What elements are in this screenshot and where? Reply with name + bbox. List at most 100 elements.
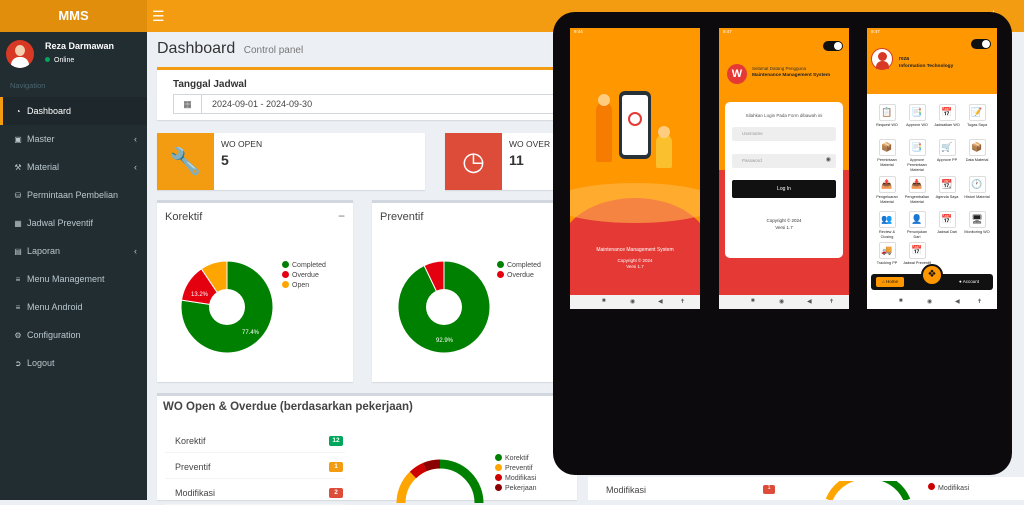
info-box-value: 5 (221, 152, 229, 168)
android-navbar: ■ ◉ ◀ ✝ (719, 295, 849, 309)
menu-histori-material[interactable]: 🕐 Histori Material (963, 176, 991, 200)
korektif-donut-chart: 77.4% 13.2% (180, 260, 274, 354)
phone-login-screen: 9:47 W Selamat Datang Pengguna Maintenan… (719, 28, 849, 309)
wo-row-korektif[interactable]: Korektif 12 (165, 429, 345, 453)
checklist-icon: 📑 (908, 104, 926, 121)
accessibility-icon: ✝ (977, 299, 983, 305)
clipboard-icon: 📋 (878, 104, 896, 121)
menu-jadwal-dari[interactable]: 📅 Jadwal Dari (933, 211, 961, 235)
date-range-input[interactable]: ▦ 2024-09-01 - 2024-09-30 (173, 94, 573, 114)
password-field[interactable]: Password ◉ (732, 154, 836, 168)
gears-icon: ⚙ (14, 331, 22, 340)
calendar-icon: ▦ (174, 95, 202, 113)
request-icon: 📦 (878, 139, 896, 156)
menu-pengeluaran-material[interactable]: 📤 Pengeluaran Material (873, 176, 901, 205)
menu-tracking-pp[interactable]: 🚚 Tracking PP (873, 242, 901, 266)
nav-header: Navigation (10, 81, 46, 90)
avatar (6, 40, 34, 68)
wo-donut-chart (396, 459, 484, 503)
sidebar-item-menu-management[interactable]: ≡ Menu Management (0, 265, 147, 293)
home-department: Information Technology (899, 64, 954, 69)
menu-review-closing[interactable]: 👥 Review & Closing (873, 211, 901, 240)
calendar-icon: 📅 (908, 242, 926, 259)
wo-row-preventif[interactable]: Preventif 1 (165, 455, 345, 479)
wrench-icon: ⚒ (14, 163, 22, 172)
accessibility-icon: ✝ (829, 299, 835, 305)
menu-approve-permintaan-material[interactable]: 📑 Approve Permintaan Material (903, 139, 931, 173)
menu-monitoring-wo[interactable]: 🖥 Monitoring WO (963, 211, 991, 235)
status-bar: 9:44 (574, 29, 583, 34)
sidebar: Reza Darmawan Online Navigation ◔ Dashboa… (0, 32, 147, 500)
sidebar-item-laporan[interactable]: ▤ Laporan ‹ (0, 237, 147, 265)
legend-item-open: Open (282, 281, 326, 291)
calendar-icon: ▦ (14, 219, 22, 228)
date-range-value: 2024-09-01 - 2024-09-30 (212, 99, 313, 109)
wo-legend: Korektif Preventif Modifikasi Pekerjaan (495, 454, 537, 494)
korektif-box: Korektif − 77.4% 13.2% Completed Overdue… (157, 200, 353, 382)
wo-row-modifikasi[interactable]: Modifikasi 2 (165, 481, 345, 505)
recent-apps-icon: ■ (751, 298, 755, 304)
calendar-icon: 📅 (938, 104, 956, 121)
wo-section-title: WO Open & Overdue (berdasarkan pekerjaan… (163, 401, 413, 413)
app-logo[interactable]: MMS (0, 0, 147, 32)
page-title: Dashboard (157, 40, 236, 57)
menu-approve-pp[interactable]: 🛒 Approve PP (933, 139, 961, 163)
android-navbar: ■ ◉ ◀ ✝ (570, 295, 700, 309)
collapse-icon[interactable]: − (338, 209, 345, 223)
login-app-name: Maintenance Management System (752, 73, 831, 78)
sidebar-item-dashboard[interactable]: ◔ Dashboard (0, 97, 147, 125)
menu-approve-wo[interactable]: 📑 Approve WO (903, 104, 931, 128)
clock-icon: ◷ (445, 133, 502, 190)
menu-penunjukan-dari[interactable]: 👤 Penunjukan Dari (903, 211, 931, 240)
sidebar-item-jadwal-preventif[interactable]: ▦ Jadwal Preventif (0, 209, 147, 237)
korektif-legend: Completed Overdue Open (282, 261, 326, 291)
chevron-left-icon: ‹ (134, 134, 137, 144)
monitor-icon: 🖥 (968, 211, 986, 228)
app-logo-icon: W (727, 64, 747, 84)
sidebar-item-permintaan-pembelian[interactable]: ⛁ Permintaan Pembelian (0, 181, 147, 209)
menu-agenda-saya[interactable]: 📆 Agenda Saya (933, 176, 961, 200)
cart-icon: 🛒 (938, 139, 956, 156)
theme-toggle[interactable] (823, 41, 843, 51)
floating-scan-button[interactable]: ❖ (921, 264, 943, 286)
menu-permintaan-material[interactable]: 📦 Permintaan Material (873, 139, 901, 168)
login-instruction: Silahkan Login Pada Form dibawah ini (745, 113, 823, 118)
menu-pengembalian-material[interactable]: 📥 Pengembalian Material (903, 176, 931, 205)
tab-home[interactable]: ⌂ Home (876, 277, 904, 287)
menu-data-material[interactable]: 📦 Data Material (963, 139, 991, 163)
worker-illustration-icon (656, 134, 672, 168)
preventif-label-completed: 92.9% (436, 338, 454, 344)
menu-jadwalkan-wo[interactable]: 📅 Jadwalkan WO (933, 104, 961, 128)
agenda-icon: 📆 (938, 176, 956, 193)
legend-item-completed: Completed (497, 261, 541, 271)
phone-home-screen: 9:47 reza Information Technology 📋 Reques… (867, 28, 997, 309)
return-icon: 📥 (908, 176, 926, 193)
eye-icon[interactable]: ◉ (826, 156, 831, 163)
avatar (871, 48, 893, 70)
sidebar-item-configuration[interactable]: ⚙ Configuration (0, 321, 147, 349)
tab-account[interactable]: ● Account (959, 277, 979, 287)
recent-apps-icon: ■ (899, 298, 903, 304)
login-button[interactable]: Log In (732, 180, 836, 198)
wo-row-modifikasi-right: Modifikasi (606, 485, 647, 495)
username-field[interactable]: Username (732, 127, 836, 141)
info-box-label: WO OPEN (221, 139, 263, 149)
info-box-wo-open: 🔧 WO OPEN 5 (157, 133, 425, 190)
menu-request-wo[interactable]: 📋 Request WO (873, 104, 901, 128)
menu-jadwal-preventif[interactable]: 📅 Jadwal Preventif (903, 242, 931, 266)
schedule-icon: 📅 (938, 211, 956, 228)
sidebar-item-logout[interactable]: ➲ Logout (0, 349, 147, 377)
schedule-box: Tanggal Jadwal ▦ 2024-09-01 - 2024-09-30 (157, 67, 577, 120)
accessibility-icon: ✝ (680, 299, 686, 305)
count-badge: 1 (763, 485, 775, 494)
worker-illustration-icon (596, 102, 612, 162)
sidebar-item-material[interactable]: ⚒ Material ‹ (0, 153, 147, 181)
page-subtitle: Control panel (243, 45, 304, 56)
sidebar-toggle-icon[interactable]: ☰ (152, 7, 166, 25)
outgoing-icon: 📤 (878, 176, 896, 193)
theme-toggle[interactable] (971, 39, 991, 49)
sidebar-item-master[interactable]: ▣ Master ‹ (0, 125, 147, 153)
menu-tugas-saya[interactable]: 📝 Tugas Saya (963, 104, 991, 128)
preventif-box: Preventif 92.9% Completed Overdue (372, 200, 568, 382)
sidebar-item-menu-android[interactable]: ≡ Menu Android (0, 293, 147, 321)
